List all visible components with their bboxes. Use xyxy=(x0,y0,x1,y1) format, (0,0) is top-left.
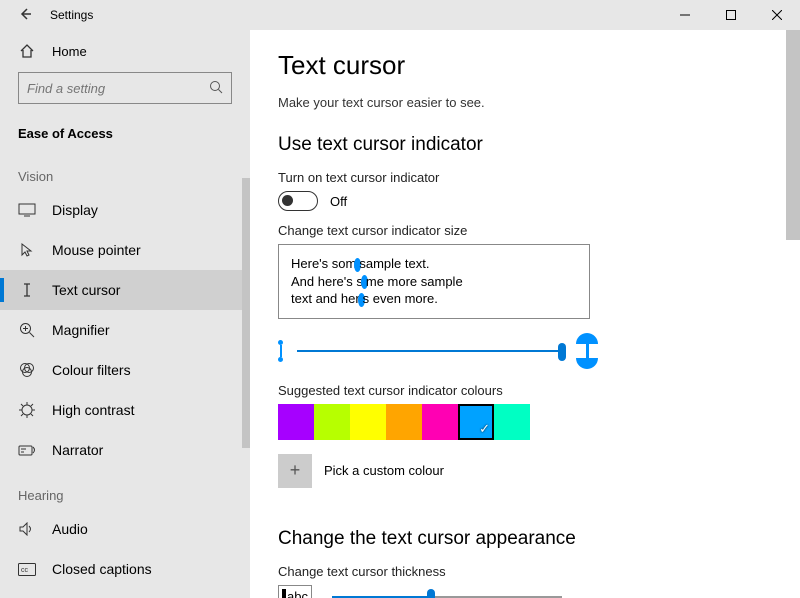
svg-text:cc: cc xyxy=(21,567,29,574)
search-input[interactable] xyxy=(18,72,232,104)
sidebar-item-mouse-pointer[interactable]: Mouse pointer xyxy=(0,230,250,270)
group-hearing: Hearing xyxy=(0,470,250,509)
swatch-lime[interactable] xyxy=(314,404,350,440)
sidebar-item-label: High contrast xyxy=(52,402,134,418)
sidebar-item-label: Text cursor xyxy=(52,282,120,298)
sidebar-item-label: Colour filters xyxy=(52,362,131,378)
sidebar-item-text-cursor[interactable]: Text cursor xyxy=(0,270,250,310)
contrast-icon xyxy=(18,401,36,419)
size-min-icon xyxy=(278,340,283,362)
section-indicator-heading: Use text cursor indicator xyxy=(278,134,772,156)
swatch-yellow[interactable] xyxy=(350,404,386,440)
monitor-icon xyxy=(18,201,36,219)
thickness-slider[interactable] xyxy=(332,596,562,598)
sidebar: Home Ease of Access Vision Display Mouse… xyxy=(0,30,250,598)
colours-label: Suggested text cursor indicator colours xyxy=(278,383,772,398)
pick-custom-colour-button[interactable]: + xyxy=(278,454,312,488)
filter-icon xyxy=(18,361,36,379)
plus-icon: + xyxy=(290,460,301,481)
size-max-icon xyxy=(576,333,598,369)
titlebar: Settings xyxy=(0,0,800,30)
narrator-icon xyxy=(18,441,36,459)
swatch-blue[interactable]: ✓ xyxy=(458,404,494,440)
audio-icon xyxy=(18,520,36,538)
sidebar-item-high-contrast[interactable]: High contrast xyxy=(0,390,250,430)
home-icon xyxy=(18,42,36,60)
toggle-state: Off xyxy=(330,194,347,209)
indicator-toggle[interactable] xyxy=(278,191,318,211)
sidebar-item-label: Closed captions xyxy=(52,561,152,577)
pointer-icon xyxy=(18,241,36,259)
sidebar-item-audio[interactable]: Audio xyxy=(0,509,250,549)
sidebar-item-label: Mouse pointer xyxy=(52,242,141,258)
group-vision: Vision xyxy=(0,151,250,190)
sidebar-scrollbar[interactable] xyxy=(242,178,250,448)
sidebar-item-label: Narrator xyxy=(52,442,103,458)
sidebar-item-label: Audio xyxy=(52,521,88,537)
swatch-aqua[interactable] xyxy=(494,404,530,440)
toggle-label: Turn on text cursor indicator xyxy=(278,170,772,185)
home-nav[interactable]: Home xyxy=(0,30,250,72)
search-icon xyxy=(209,80,223,97)
sidebar-item-label: Display xyxy=(52,202,98,218)
category-title: Ease of Access xyxy=(0,116,250,151)
pick-custom-label: Pick a custom colour xyxy=(324,463,444,478)
minimize-button[interactable] xyxy=(662,0,708,30)
sidebar-item-magnifier[interactable]: Magnifier xyxy=(0,310,250,350)
sidebar-item-narrator[interactable]: Narrator xyxy=(0,430,250,470)
main-pane: Text cursor Make your text cursor easier… xyxy=(250,30,800,598)
thickness-preview: abc xyxy=(278,585,312,598)
sidebar-item-display[interactable]: Display xyxy=(0,190,250,230)
back-button[interactable] xyxy=(18,7,32,24)
sidebar-item-colour-filters[interactable]: Colour filters xyxy=(0,350,250,390)
page-subtitle: Make your text cursor easier to see. xyxy=(278,95,772,110)
size-label: Change text cursor indicator size xyxy=(278,223,772,238)
sidebar-item-label: Magnifier xyxy=(52,322,110,338)
window-title: Settings xyxy=(50,8,93,22)
maximize-button[interactable] xyxy=(708,0,754,30)
swatch-purple[interactable] xyxy=(278,404,314,440)
indicator-preview: Here's somsample text. And here's sme mo… xyxy=(278,244,590,319)
indicator-size-slider[interactable] xyxy=(297,350,562,352)
home-label: Home xyxy=(52,44,87,59)
colour-swatches: ✓ xyxy=(278,404,772,440)
main-scrollbar[interactable] xyxy=(786,30,800,598)
magnifier-icon xyxy=(18,321,36,339)
check-icon: ✓ xyxy=(479,421,490,437)
section-appearance-heading: Change the text cursor appearance xyxy=(278,528,772,550)
page-title: Text cursor xyxy=(278,50,772,81)
cc-icon: cc xyxy=(18,560,36,578)
swatch-orange[interactable] xyxy=(386,404,422,440)
swatch-magenta[interactable] xyxy=(422,404,458,440)
thickness-label: Change text cursor thickness xyxy=(278,564,772,579)
close-button[interactable] xyxy=(754,0,800,30)
sidebar-item-closed-captions[interactable]: cc Closed captions xyxy=(0,549,250,589)
text-cursor-icon xyxy=(18,281,36,299)
